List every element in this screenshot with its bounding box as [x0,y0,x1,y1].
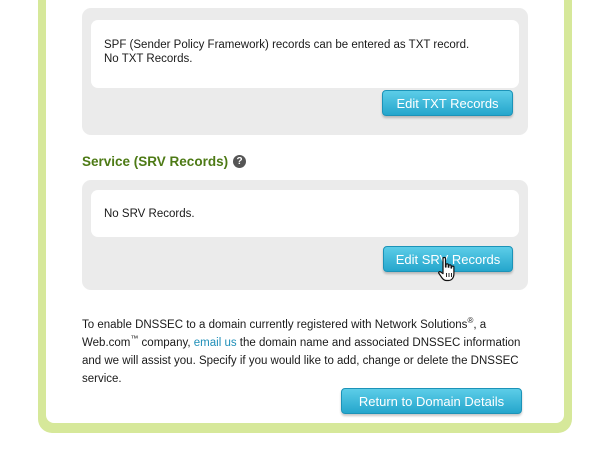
dnssec-info-text: To enable DNSSEC to a domain currently r… [82,316,532,388]
dnssec-info-part1: To enable DNSSEC to a domain currently r… [82,319,468,331]
edit-txt-records-button[interactable]: Edit TXT Records [382,90,513,116]
return-to-domain-details-button[interactable]: Return to Domain Details [341,388,522,414]
srv-records-status: No SRV Records. [104,208,195,220]
srv-section-title-text: Service (SRV Records) [82,154,229,169]
txt-records-panel: SPF (Sender Policy Framework) records ca… [82,8,528,135]
srv-records-panel: No SRV Records. Edit SRV Records [82,180,528,290]
txt-records-card: SPF (Sender Policy Framework) records ca… [91,20,519,88]
txt-records-status: No TXT Records. [104,53,193,65]
help-icon[interactable]: ? [233,155,247,168]
hand-pointer-icon [438,256,455,282]
srv-records-card: No SRV Records. [91,190,519,237]
email-us-link[interactable]: email us [194,337,237,349]
srv-section-title: Service (SRV Records) ? [82,154,247,169]
txt-records-description: SPF (Sender Policy Framework) records ca… [104,39,470,51]
dnssec-info-part3: company, [138,337,194,349]
